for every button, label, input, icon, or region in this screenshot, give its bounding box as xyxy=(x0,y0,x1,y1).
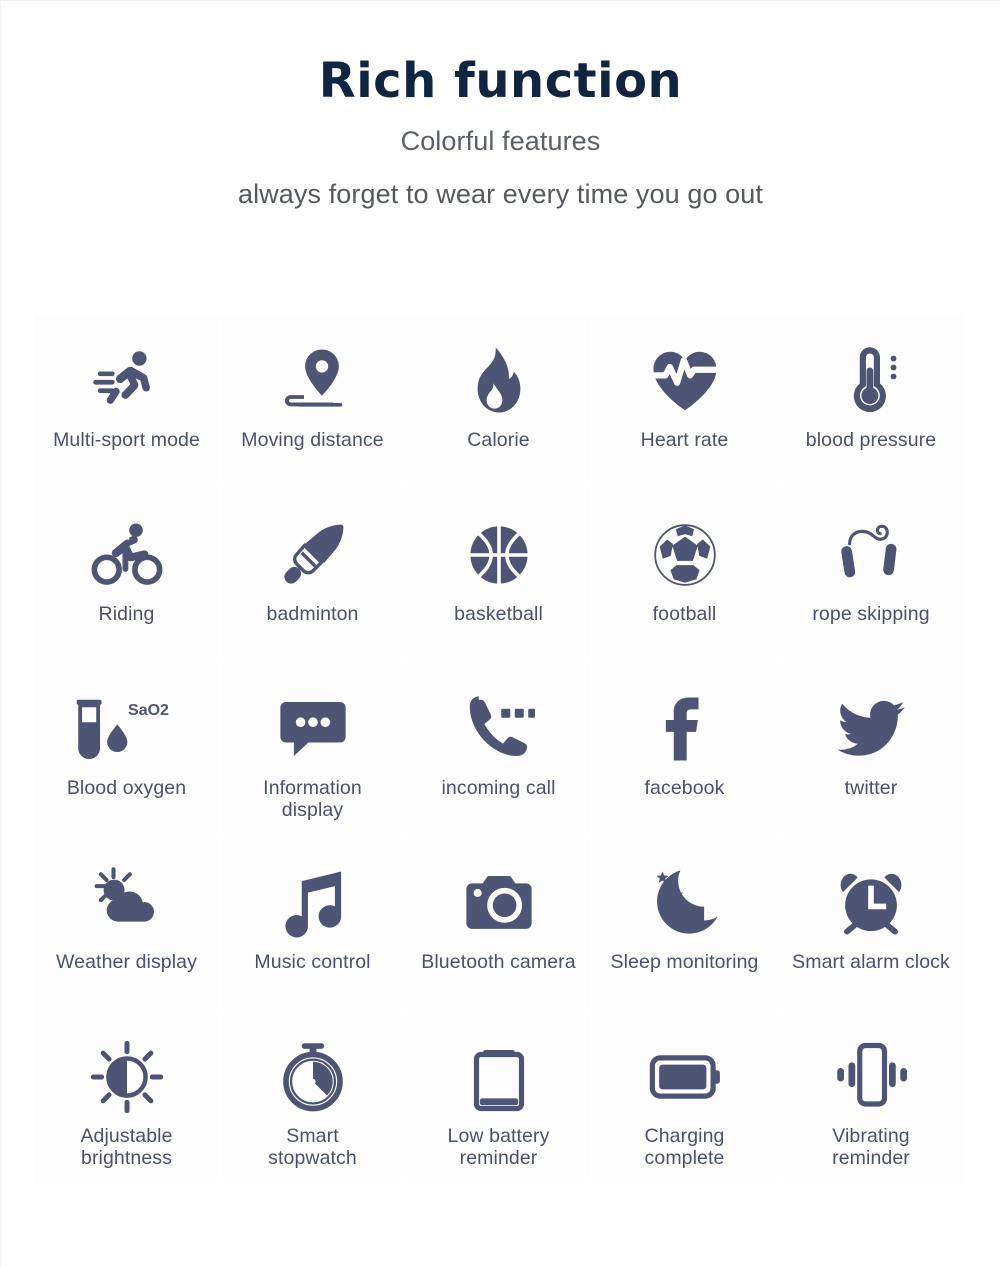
feature-label: Vibrating reminder xyxy=(832,1125,910,1169)
page-subtitle-secondary: always forget to wear every time you go … xyxy=(237,178,764,209)
map-pin-distance-icon xyxy=(277,338,349,424)
feature-cell[interactable]: Music control xyxy=(220,836,406,1010)
camera-icon xyxy=(463,860,535,946)
battery-empty-icon xyxy=(463,1034,535,1120)
feature-label: rope skipping xyxy=(812,603,930,625)
page-header: Rich function Colorful features always f… xyxy=(1,1,1000,208)
feature-label: Adjustable brightness xyxy=(80,1125,173,1169)
feature-label: Smart stopwatch xyxy=(268,1125,357,1169)
feature-label: facebook xyxy=(644,777,725,799)
sun-cloud-icon xyxy=(91,860,163,946)
cyclist-icon xyxy=(91,512,163,598)
feature-label: Multi-sport mode xyxy=(53,429,200,451)
feature-cell[interactable]: Smart alarm clock xyxy=(778,836,964,1010)
feature-label: Blood oxygen xyxy=(66,777,187,799)
feature-label: Riding xyxy=(98,603,155,625)
feature-label: Heart rate xyxy=(640,429,729,451)
feature-cell[interactable]: SaO2 Blood oxygen xyxy=(34,662,220,836)
feature-cell[interactable]: Vibrating reminder xyxy=(778,1010,964,1184)
feature-label: Sleep monitoring xyxy=(610,951,759,973)
feature-cell[interactable]: blood pressure xyxy=(778,314,964,488)
feature-grid: Multi-sport mode Moving distance Calorie… xyxy=(34,314,964,1184)
feature-cell[interactable]: Bluetooth camera xyxy=(406,836,592,1010)
feature-cell[interactable]: badminton xyxy=(220,488,406,662)
phone-call-icon xyxy=(463,686,535,772)
feature-cell[interactable]: Information display xyxy=(220,662,406,836)
feature-cell[interactable]: twitter xyxy=(778,662,964,836)
feature-cell[interactable]: basketball xyxy=(406,488,592,662)
feature-label: Information display xyxy=(263,777,362,821)
feature-cell[interactable]: Heart rate xyxy=(592,314,778,488)
feature-cell[interactable]: Riding xyxy=(34,488,220,662)
feature-label: twitter xyxy=(844,777,898,799)
soccer-ball-icon xyxy=(649,512,721,598)
icon-text-label: SaO2 xyxy=(128,702,169,719)
feature-label: badminton xyxy=(266,603,359,625)
flame-icon xyxy=(463,338,535,424)
feature-label: Calorie xyxy=(467,429,530,451)
jump-rope-icon xyxy=(835,512,907,598)
feature-cell[interactable]: rope skipping xyxy=(778,488,964,662)
feature-cell[interactable]: Weather display xyxy=(34,836,220,1010)
feature-label: Charging complete xyxy=(644,1125,725,1169)
chat-bubble-icon xyxy=(277,686,349,772)
page-subtitle: Colorful features xyxy=(400,125,601,156)
page-title: Rich function xyxy=(318,53,683,109)
feature-label: Weather display xyxy=(56,951,197,973)
battery-full-icon xyxy=(649,1034,721,1120)
feature-label: Smart alarm clock xyxy=(792,951,950,973)
feature-cell[interactable]: football xyxy=(592,488,778,662)
music-note-icon xyxy=(277,860,349,946)
brightness-sun-icon xyxy=(90,1034,163,1120)
feature-cell[interactable]: Low battery reminder xyxy=(406,1010,592,1184)
running-man-icon xyxy=(91,338,163,424)
feature-cell[interactable]: Adjustable brightness xyxy=(34,1010,220,1184)
twitter-bird-icon xyxy=(835,686,907,772)
basketball-icon xyxy=(463,512,535,598)
feature-label: Moving distance xyxy=(241,429,384,451)
feature-label: Low battery reminder xyxy=(447,1125,550,1169)
thermometer-icon xyxy=(835,338,907,424)
heart-pulse-icon xyxy=(648,338,721,424)
feature-cell[interactable]: Calorie xyxy=(406,314,592,488)
vibrate-phone-icon xyxy=(835,1034,907,1120)
feature-label: blood pressure xyxy=(805,429,937,451)
moon-star-icon xyxy=(649,860,721,946)
stopwatch-icon xyxy=(277,1034,349,1120)
feature-cell[interactable]: Moving distance xyxy=(220,314,406,488)
feature-cell[interactable]: Sleep monitoring xyxy=(592,836,778,1010)
facebook-icon xyxy=(649,686,721,772)
feature-cell[interactable]: Multi-sport mode xyxy=(34,314,220,488)
feature-label: incoming call xyxy=(441,777,556,799)
alarm-clock-icon xyxy=(835,860,907,946)
feature-label: Bluetooth camera xyxy=(421,951,576,973)
feature-label: football xyxy=(652,603,717,625)
shuttlecock-icon xyxy=(277,512,349,598)
feature-cell[interactable]: incoming call xyxy=(406,662,592,836)
feature-cell[interactable]: facebook xyxy=(592,662,778,836)
feature-label: Music control xyxy=(254,951,371,973)
blood-test-tube-icon: SaO2 xyxy=(70,686,183,772)
feature-label: basketball xyxy=(454,603,543,625)
feature-cell[interactable]: Smart stopwatch xyxy=(220,1010,406,1184)
feature-cell[interactable]: Charging complete xyxy=(592,1010,778,1184)
feature-overview-page: Rich function Colorful features always f… xyxy=(0,0,1000,1267)
